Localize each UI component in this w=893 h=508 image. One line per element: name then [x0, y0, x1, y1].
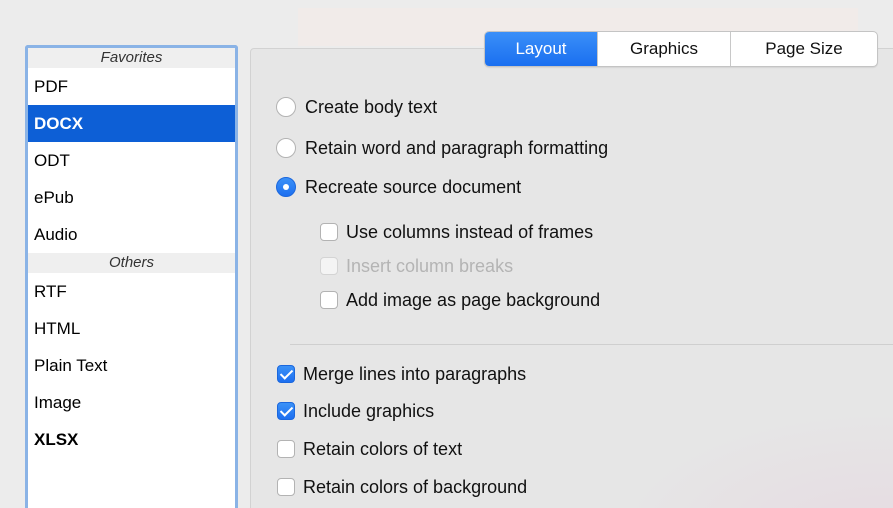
others-header: Others: [28, 253, 235, 273]
tab-graphics[interactable]: Graphics: [597, 32, 730, 66]
format-item-docx[interactable]: DOCX: [28, 105, 235, 142]
section-divider: [290, 344, 893, 345]
checkbox-label: Retain colors of background: [303, 476, 528, 497]
format-item-image[interactable]: Image: [28, 384, 235, 421]
window: Favorites PDF DOCX ODT ePub Audio Others…: [8, 8, 893, 508]
checkbox-use-columns[interactable]: Use columns instead of frames: [320, 220, 593, 244]
checkbox-retain-text-colors[interactable]: Retain colors of text: [277, 437, 462, 461]
checkbox-label: Merge lines into paragraphs: [303, 363, 527, 384]
checkbox-label: Include graphics: [303, 400, 435, 421]
checkbox-indicator-checked[interactable]: [277, 365, 295, 383]
tab-bar: Layout Graphics Page Size: [484, 31, 878, 67]
format-item-xlsx[interactable]: XLSX: [28, 421, 235, 458]
radio-label: Retain word and paragraph formatting: [305, 137, 609, 158]
format-item-pdf[interactable]: PDF: [28, 68, 235, 105]
radio-label: Create body text: [305, 96, 438, 117]
radio-create-body-text[interactable]: Create body text: [276, 95, 437, 119]
checkbox-indicator[interactable]: [320, 291, 338, 309]
checkbox-merge-lines[interactable]: Merge lines into paragraphs: [277, 362, 526, 386]
checkbox-indicator-checked[interactable]: [277, 402, 295, 420]
format-item-rtf[interactable]: RTF: [28, 273, 235, 310]
format-item-html[interactable]: HTML: [28, 310, 235, 347]
checkbox-add-image-background[interactable]: Add image as page background: [320, 288, 600, 312]
checkbox-indicator[interactable]: [320, 223, 338, 241]
tab-layout[interactable]: Layout: [485, 32, 597, 66]
radio-retain-formatting[interactable]: Retain word and paragraph formatting: [276, 136, 608, 160]
checkbox-include-graphics[interactable]: Include graphics: [277, 399, 434, 423]
format-item-audio[interactable]: Audio: [28, 216, 235, 253]
checkbox-indicator[interactable]: [277, 440, 295, 458]
format-item-epub[interactable]: ePub: [28, 179, 235, 216]
radio-indicator-selected[interactable]: [276, 177, 296, 197]
format-item-plain-text[interactable]: Plain Text: [28, 347, 235, 384]
checkbox-label: Add image as page background: [346, 289, 601, 310]
checkbox-label: Retain colors of text: [303, 438, 463, 459]
checkbox-indicator[interactable]: [277, 478, 295, 496]
checkbox-indicator-disabled: [320, 257, 338, 275]
radio-indicator[interactable]: [276, 97, 296, 117]
checkbox-label: Use columns instead of frames: [346, 221, 594, 242]
radio-label: Recreate source document: [305, 176, 522, 197]
checkbox-retain-background-colors[interactable]: Retain colors of background: [277, 475, 527, 499]
checkbox-insert-column-breaks: Insert column breaks: [320, 254, 513, 278]
format-item-odt[interactable]: ODT: [28, 142, 235, 179]
tab-page-size[interactable]: Page Size: [730, 32, 877, 66]
checkbox-label: Insert column breaks: [346, 255, 514, 276]
radio-indicator[interactable]: [276, 138, 296, 158]
panel-background-tint: [611, 409, 893, 508]
format-list[interactable]: Favorites PDF DOCX ODT ePub Audio Others…: [25, 45, 238, 508]
favorites-header: Favorites: [28, 48, 235, 68]
radio-recreate-source[interactable]: Recreate source document: [276, 175, 521, 199]
